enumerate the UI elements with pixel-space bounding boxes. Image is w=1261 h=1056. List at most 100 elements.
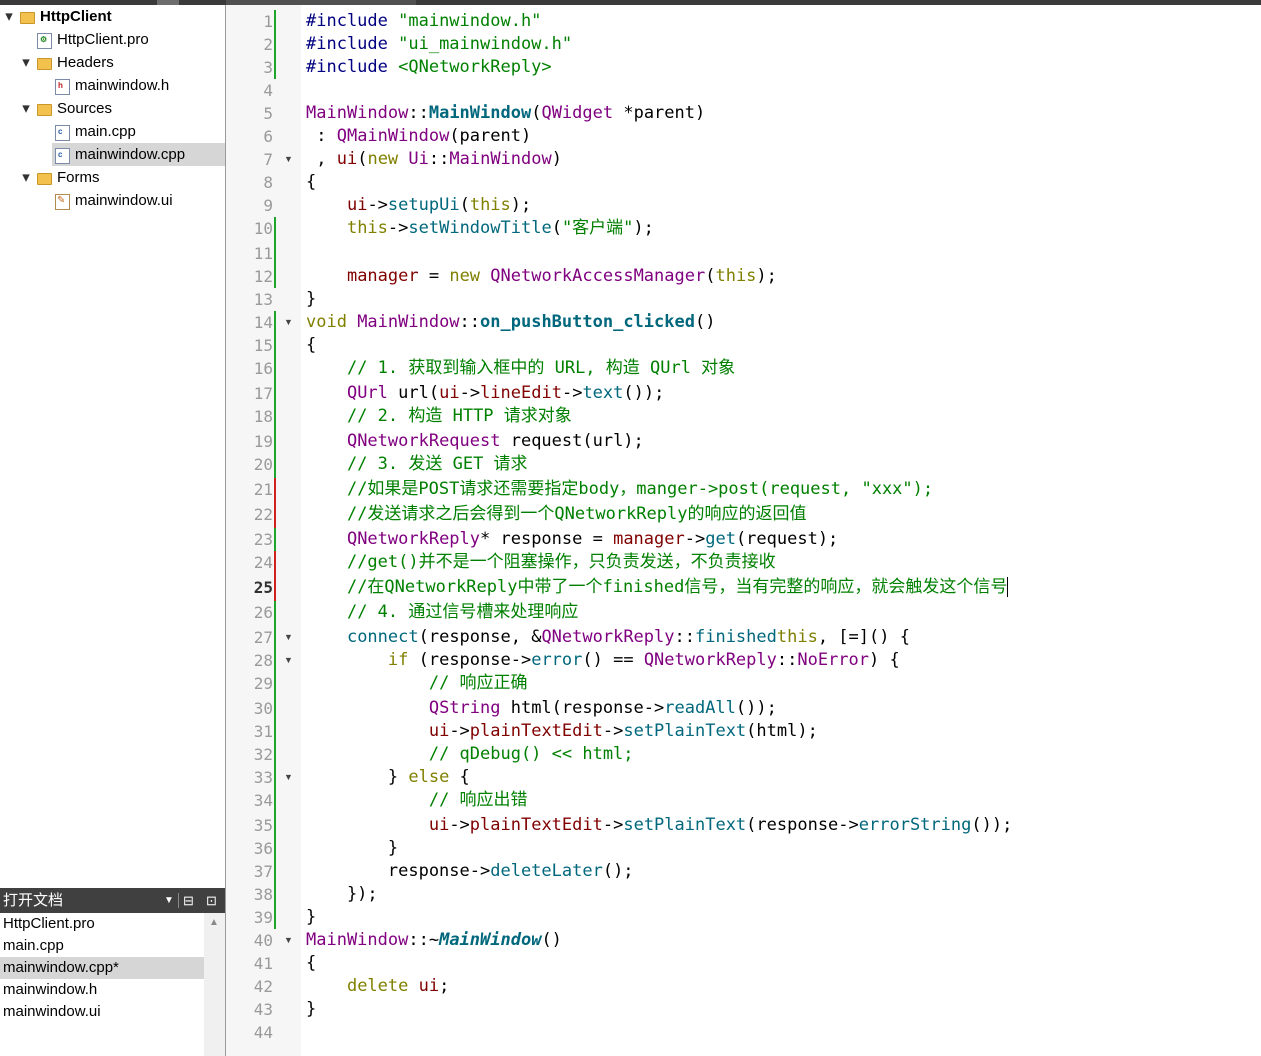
- code-line[interactable]: void MainWindow::on_pushButton_clicked(): [306, 311, 715, 334]
- tree-item-mainwindow-cpp[interactable]: c mainwindow.cpp: [52, 143, 225, 166]
- close-panel-icon[interactable]: ⊡: [206, 888, 217, 913]
- fold-toggle-icon[interactable]: ▼: [284, 626, 293, 649]
- code-line[interactable]: #include <QNetworkReply>: [306, 56, 552, 79]
- code-token: (response->: [408, 650, 532, 670]
- tree-item-mainwindow-h[interactable]: h mainwindow.h: [0, 74, 225, 97]
- tree-item-httpclient[interactable]: ▾ HttpClient: [0, 5, 225, 28]
- code-line[interactable]: QString html(response->readAll());: [306, 697, 777, 720]
- code-line[interactable]: //get()并不是一个阻塞操作，只负责发送，不负责接收: [306, 551, 776, 574]
- code-line[interactable]: : QMainWindow(parent): [306, 125, 531, 148]
- open-documents-scrollbar[interactable]: ▲: [204, 913, 225, 1056]
- code-line[interactable]: response->deleteLater();: [306, 860, 634, 883]
- code-line[interactable]: });: [306, 883, 378, 906]
- code-token: url(: [387, 383, 440, 403]
- code-line[interactable]: }: [306, 906, 316, 929]
- code-line[interactable]: // qDebug() << html;: [306, 743, 634, 766]
- code-token: readAll: [664, 698, 736, 718]
- code-line[interactable]: MainWindow::~MainWindow(): [306, 929, 562, 952]
- line-number: 38: [253, 885, 273, 904]
- expand-arrow-icon[interactable]: ▾: [20, 51, 32, 74]
- tree-item-sources[interactable]: ▾ Sources: [0, 97, 225, 120]
- change-marker: [274, 528, 276, 551]
- code-line[interactable]: #include "mainwindow.h": [306, 10, 541, 33]
- code-token: this: [469, 195, 511, 215]
- fold-toggle-icon[interactable]: ▼: [284, 148, 293, 171]
- open-document-item[interactable]: main.cpp: [0, 935, 204, 957]
- tree-item-headers[interactable]: ▾ Headers: [0, 51, 225, 74]
- tree-item-mainwindow-ui[interactable]: ✎ mainwindow.ui: [0, 189, 225, 212]
- open-document-item[interactable]: mainwindow.cpp*: [0, 957, 204, 979]
- code-token: QNetworkReply: [541, 627, 675, 647]
- code-line[interactable]: } else {: [306, 766, 470, 789]
- code-token: ->: [449, 721, 470, 741]
- code-line[interactable]: #include "ui_mainwindow.h": [306, 33, 572, 56]
- code-line[interactable]: }: [306, 837, 398, 860]
- code-line[interactable]: QNetworkReply* response = manager->get(r…: [306, 528, 838, 551]
- fold-toggle-icon[interactable]: ▼: [284, 766, 293, 789]
- change-marker: [274, 405, 276, 430]
- expand-arrow-icon[interactable]: ▾: [20, 166, 32, 189]
- code-line[interactable]: this->setWindowTitle("客户端");: [306, 217, 654, 240]
- code-line[interactable]: manager = new QNetworkAccessManager(this…: [306, 265, 777, 288]
- fold-toggle-icon[interactable]: ▼: [284, 311, 293, 334]
- code-line[interactable]: ui->plainTextEdit->setPlainText(response…: [306, 814, 1012, 837]
- code-line[interactable]: }: [306, 998, 316, 1021]
- fold-toggle-icon[interactable]: ▼: [284, 929, 293, 952]
- code-line[interactable]: connect(response, &QNetworkReply::finish…: [306, 626, 910, 649]
- code-token: response->: [306, 861, 491, 881]
- code-line[interactable]: QNetworkRequest request(url);: [306, 430, 644, 453]
- code-token: ->: [602, 721, 624, 741]
- line-number: 13: [253, 290, 273, 309]
- code-token: void: [306, 312, 358, 332]
- code-line[interactable]: ui->plainTextEdit->setPlainText(html);: [306, 720, 818, 743]
- tree-item-forms[interactable]: ▾ Forms: [0, 166, 225, 189]
- dropdown-arrow-icon[interactable]: ▼: [164, 888, 174, 913]
- code-token: plainTextEdit: [469, 815, 603, 835]
- code-token: ui: [418, 976, 440, 996]
- code-line[interactable]: // 响应出错: [306, 789, 528, 812]
- code-line[interactable]: // 响应正确: [306, 672, 528, 695]
- change-marker: [274, 453, 276, 478]
- fold-toggle-icon[interactable]: ▼: [284, 649, 293, 672]
- code-line[interactable]: , ui(new Ui::MainWindow): [306, 148, 562, 171]
- split-icon[interactable]: ⊟: [183, 888, 194, 913]
- code-line[interactable]: QUrl url(ui->lineEdit->text());: [306, 382, 664, 405]
- tree-item-httpclient-pro[interactable]: ⚙ HttpClient.pro: [0, 28, 225, 51]
- open-document-item[interactable]: mainwindow.ui: [0, 1001, 204, 1023]
- change-marker: [274, 357, 276, 382]
- expand-arrow-icon[interactable]: ▾: [3, 5, 15, 28]
- code-line[interactable]: //在QNetworkReply中带了一个finished信号，当有完整的响应，…: [306, 576, 1009, 599]
- scroll-up-arrow-icon[interactable]: ▲: [209, 917, 219, 928]
- code-line[interactable]: ui->setupUi(this);: [306, 194, 531, 217]
- line-number-gutter: 1 2 3 4 5 6 7 ▼ 8 9 10 11 12 13 14 ▼ 15 16 17 18 19 20 21 22 23 2…: [226, 5, 301, 1056]
- code-line[interactable]: {: [306, 171, 316, 194]
- code-line[interactable]: //发送请求之后会得到一个QNetworkReply的响应的返回值: [306, 503, 807, 526]
- code-line[interactable]: // 2. 构造 HTTP 请求对象: [306, 405, 572, 428]
- code-line[interactable]: // 3. 发送 GET 请求: [306, 453, 528, 476]
- code-token: lineEdit: [480, 383, 562, 403]
- code-token: //如果是POST请求还需要指定body，manger->post(reques…: [346, 479, 934, 499]
- code-line[interactable]: }: [306, 288, 316, 311]
- open-document-item[interactable]: mainwindow.h: [0, 979, 204, 1001]
- line-number: 17: [253, 384, 273, 403]
- expand-arrow-icon[interactable]: ▾: [20, 97, 32, 120]
- code-token: ->: [387, 218, 409, 238]
- code-line[interactable]: // 4. 通过信号槽来处理响应: [306, 601, 578, 624]
- line-number: 32: [253, 745, 273, 764]
- code-line[interactable]: if (response->error() == QNetworkReply::…: [306, 649, 900, 672]
- code-line[interactable]: MainWindow::MainWindow(QWidget *parent): [306, 102, 705, 125]
- code-token: #include: [306, 57, 399, 77]
- change-marker: [274, 837, 276, 860]
- tree-item-main-cpp[interactable]: c main.cpp: [0, 120, 225, 143]
- code-line[interactable]: // 1. 获取到输入框中的 URL, 构造 QUrl 对象: [306, 357, 735, 380]
- code-line[interactable]: {: [306, 952, 316, 975]
- code-line[interactable]: delete ui;: [306, 975, 449, 998]
- code-line[interactable]: //如果是POST请求还需要指定body，manger->post(reques…: [306, 478, 933, 501]
- code-line[interactable]: {: [306, 334, 316, 357]
- code-editor[interactable]: 1 2 3 4 5 6 7 ▼ 8 9 10 11 12 13 14 ▼ 15 16 17 18 19 20 21 22 23 2…: [226, 5, 1261, 1056]
- change-marker: [274, 906, 276, 929]
- open-document-item[interactable]: HttpClient.pro: [0, 913, 204, 935]
